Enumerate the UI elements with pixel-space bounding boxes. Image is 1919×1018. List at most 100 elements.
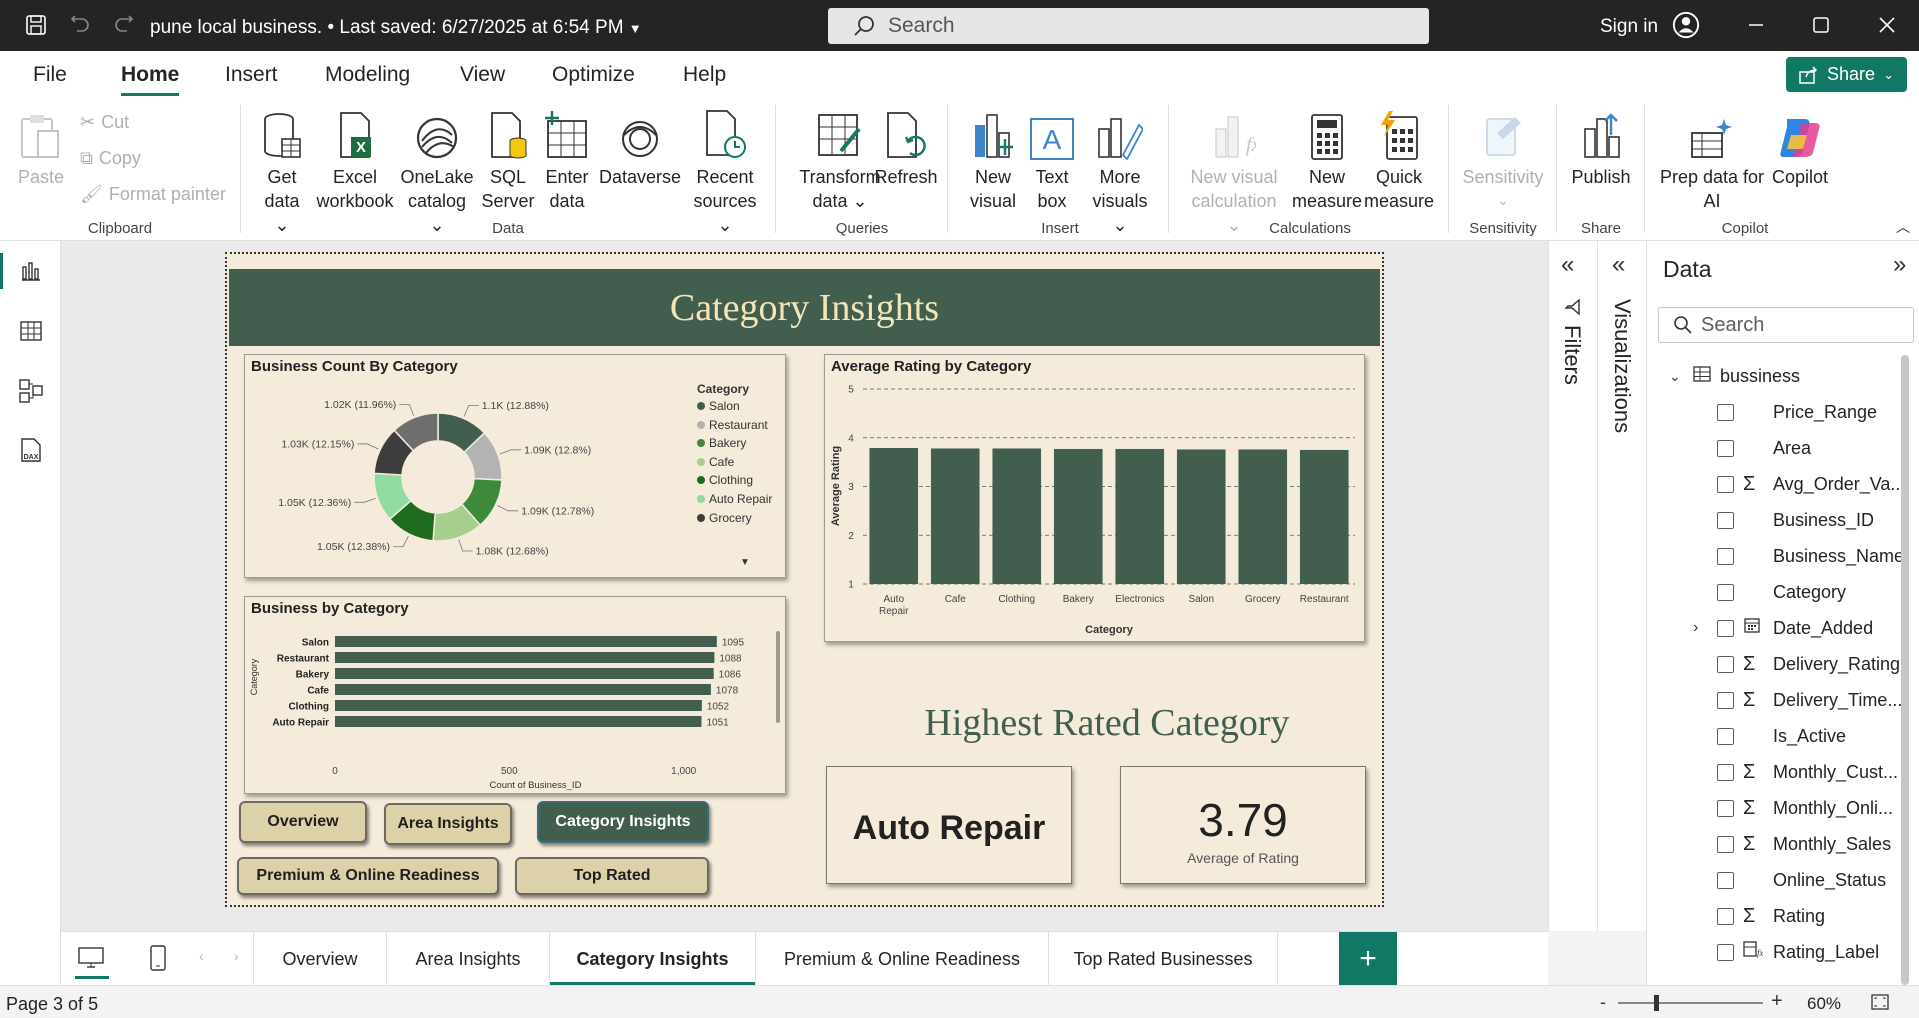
field-checkbox[interactable] [1717,403,1734,421]
data-pane-scrollbar[interactable] [1901,355,1909,985]
report-view-icon[interactable] [16,256,46,286]
visualizations-pane[interactable]: « Visualizations [1597,241,1646,931]
field-item[interactable]: Category [1647,574,1907,610]
new-measure-button[interactable]: New measure [1288,109,1366,213]
tab-top-rated-businesses[interactable]: Top Rated Businesses [1049,932,1278,986]
menu-modeling[interactable]: Modeling [325,63,410,87]
bar[interactable] [335,716,702,727]
get-data-button[interactable]: Get data ⌄ [258,109,306,237]
nav-button-top-rated[interactable]: Top Rated [515,857,709,895]
bar-chart-scrollbar[interactable] [776,631,780,723]
recent-sources-button[interactable]: Recent sources ⌄ [693,109,757,237]
field-checkbox[interactable] [1717,835,1734,853]
column[interactable] [992,448,1042,584]
expand-visualizations-icon[interactable]: « [1612,251,1625,279]
bar[interactable] [335,668,714,679]
field-item[interactable]: Price_Range [1647,394,1907,430]
field-checkbox[interactable] [1717,871,1734,889]
paste-button[interactable]: Paste [18,109,64,189]
kpi-rating-card[interactable]: 3.79 Average of Rating [1120,766,1366,884]
column[interactable] [1238,449,1288,584]
field-checkbox[interactable] [1717,763,1734,781]
collapse-ribbon-icon[interactable]: ︿ [1896,217,1910,237]
excel-workbook-button[interactable]: X Excel workbook [312,109,398,213]
add-page-button[interactable]: + [1339,932,1397,986]
tab-scroll-left-icon[interactable]: ‹ [199,948,204,964]
bar-chart-card[interactable]: Business by Category Salon 1095 Restaurant… [244,596,786,794]
sign-in-link[interactable]: Sign in [1600,16,1658,38]
dax-query-view-icon[interactable]: DAX [16,436,46,466]
legend-more-icon[interactable]: ▼ [740,557,750,568]
menu-insert[interactable]: Insert [225,63,278,87]
field-item[interactable]: Σ Monthly_Onli... [1647,790,1907,826]
redo-icon[interactable] [110,11,138,39]
enter-data-button[interactable]: Enter data [544,109,590,213]
field-item[interactable]: Σ Avg_Order_Va... [1647,466,1907,502]
close-icon[interactable] [1873,11,1901,39]
legend-item[interactable]: Restaurant [697,418,768,432]
field-item[interactable]: › Date_Added [1647,610,1907,646]
field-item[interactable]: Online_Status [1647,862,1907,898]
column-chart-card[interactable]: Average Rating by Category 1 2 3 4 5 Auto Repa… [824,354,1365,642]
global-search-input[interactable]: Search [828,8,1429,44]
legend-item[interactable]: Bakery [697,436,746,450]
field-item[interactable]: Σ Delivery_Time... [1647,682,1907,718]
field-checkbox[interactable] [1717,475,1734,493]
copilot-button[interactable]: Copilot [1764,109,1836,189]
kpi-category-card[interactable]: Auto Repair [826,766,1072,884]
menu-optimize[interactable]: Optimize [552,63,635,87]
more-visuals-button[interactable]: More visuals ⌄ [1088,109,1152,237]
nav-button-overview[interactable]: Overview [239,801,367,843]
field-checkbox[interactable] [1717,799,1734,817]
donut-chart-card[interactable]: Business Count By Category 1.1K (12.88%)… [244,354,786,578]
column[interactable] [1176,449,1226,584]
column[interactable] [1053,448,1103,584]
tab-premium-online-readiness[interactable]: Premium & Online Readiness [756,932,1049,986]
field-checkbox[interactable] [1717,583,1734,601]
zoom-out-icon[interactable]: - [1600,992,1606,1013]
dataverse-button[interactable]: Dataverse [599,109,681,189]
field-checkbox[interactable] [1717,943,1734,961]
field-item[interactable]: Σ Monthly_Sales [1647,826,1907,862]
field-item[interactable]: Σ Delivery_Rating [1647,646,1907,682]
legend-item[interactable]: Auto Repair [697,492,772,506]
field-item[interactable]: Area [1647,430,1907,466]
new-visual-calculation-button[interactable]: fx New visualcalculation ⌄ [1183,109,1285,237]
zoom-slider[interactable] [1618,995,1763,1011]
field-checkbox[interactable] [1717,547,1734,565]
menu-file[interactable]: File [33,63,67,87]
column[interactable] [869,447,919,584]
nav-button-category-insights[interactable]: Category Insights [537,801,709,843]
model-view-icon[interactable] [16,376,46,406]
refresh-button[interactable]: Refresh [874,109,938,189]
table-node[interactable]: ⌄ bussiness [1647,358,1907,394]
zoom-level[interactable]: 60% [1807,994,1841,1014]
field-checkbox[interactable] [1717,907,1734,925]
copy-button[interactable]: ⧉ Copy [80,148,141,169]
onelake-catalog-button[interactable]: OneLake catalog ⌄ [400,109,474,237]
data-search-input[interactable]: Search [1658,307,1914,343]
fit-to-page-icon[interactable] [1870,993,1890,1016]
legend-item[interactable]: Clothing [697,473,753,487]
minimize-icon[interactable] [1742,11,1770,39]
expand-filters-icon[interactable]: « [1561,251,1574,279]
legend-item[interactable]: Salon [697,399,740,413]
nav-button-area-insights[interactable]: Area Insights [384,803,512,845]
field-checkbox[interactable] [1717,619,1734,637]
column[interactable] [930,448,980,584]
sql-server-button[interactable]: SQL Server [482,109,535,213]
zoom-slider-thumb[interactable] [1654,995,1659,1011]
field-checkbox[interactable] [1717,655,1734,673]
text-box-button[interactable]: A Text box [1028,109,1076,213]
mobile-layout-icon[interactable] [149,944,167,977]
quick-measure-button[interactable]: Quick measure [1362,109,1436,213]
field-item[interactable]: fx Rating_Label [1647,934,1907,970]
tab-overview[interactable]: Overview [254,932,387,986]
field-checkbox[interactable] [1717,691,1734,709]
legend-item[interactable]: Grocery [697,511,752,525]
field-item[interactable]: Business_Name [1647,538,1907,574]
document-title[interactable]: pune local business. • Last saved: 6/27/… [150,17,642,39]
field-item[interactable]: Business_ID [1647,502,1907,538]
bar[interactable] [335,652,715,663]
menu-home[interactable]: Home [121,63,179,87]
